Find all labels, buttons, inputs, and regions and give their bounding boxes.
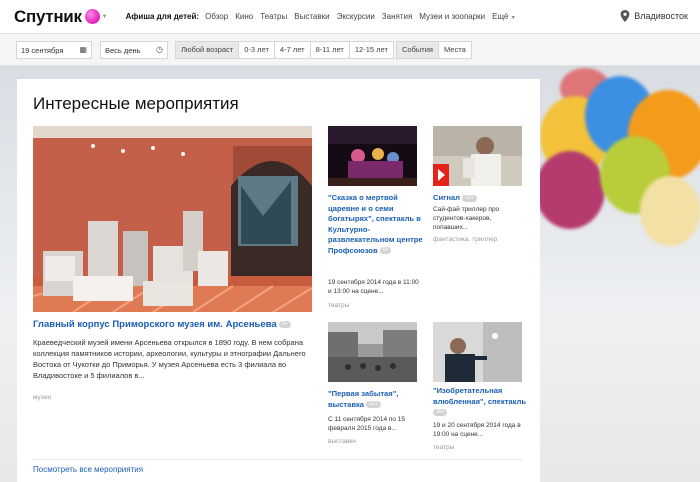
age-8-11[interactable]: 8-11 лет (311, 42, 350, 58)
featured-image[interactable] (33, 126, 312, 312)
filter-bar: 19 сентября ▦ Весь день ◷ Любой возраст … (0, 34, 700, 66)
age-filter: Любой возраст 0-3 лет 4-7 лет 8-11 лет 1… (175, 41, 394, 59)
nav-more[interactable]: Ещё ▼ (492, 12, 516, 21)
featured-title-link[interactable]: Главный корпус Приморского музея им. Арс… (33, 319, 323, 331)
event-image[interactable] (328, 126, 417, 186)
event-title-link[interactable]: Сигнал 12+ (433, 193, 528, 204)
featured-tag[interactable]: музеи (33, 394, 51, 401)
city-selector[interactable]: Владивосток (620, 10, 688, 22)
type-filter: События Места (396, 41, 472, 59)
date-value: 19 сентября (21, 45, 64, 55)
age-badge: 0+ (279, 320, 292, 328)
event-image[interactable] (433, 126, 522, 186)
age-4-7[interactable]: 4-7 лет (275, 42, 311, 58)
event-title: "Изобретательная влюбленная", спектакль (433, 386, 527, 406)
event-title: "Сказка о мертвой царевне и о семи богат… (328, 193, 423, 255)
logo-balloon-icon (84, 9, 100, 24)
age-badge: 12+ (462, 194, 477, 202)
age-12-15[interactable]: 12-15 лет (350, 42, 393, 58)
date-picker[interactable]: 19 сентября ▦ (16, 41, 92, 59)
event-title-link[interactable]: "Изобретательная влюбленная", спектакль … (433, 386, 528, 418)
location-pin-icon (620, 10, 630, 22)
event-tag[interactable]: театры (433, 444, 454, 451)
featured-description: Краеведческий музей имени Арсеньева откр… (33, 338, 306, 380)
nav-item-theatres[interactable]: Театры (260, 12, 287, 21)
see-all-events-link[interactable]: Посмотреть все мероприятия (33, 465, 143, 474)
page-title: Интересные мероприятия (33, 94, 239, 113)
age-any[interactable]: Любой возраст (176, 42, 240, 58)
logo[interactable]: Спутник ▼ (14, 7, 108, 27)
nav-item-excursions[interactable]: Экскурсии (337, 12, 375, 21)
event-title-link[interactable]: "Сказка о мертвой царевне и о семи богат… (328, 193, 423, 256)
main-nav: Афиша для детей: Обзор Кино Театры Выста… (126, 12, 516, 21)
event-image[interactable] (328, 322, 417, 382)
nav-item-overview[interactable]: Обзор (205, 12, 228, 21)
featured-title: Главный корпус Приморского музея им. Арс… (33, 319, 277, 330)
time-picker[interactable]: Весь день ◷ (100, 41, 168, 59)
nav-label: Афиша для детей: (125, 12, 200, 21)
event-title: Сигнал (433, 193, 460, 202)
age-badge: 12+ (366, 401, 381, 408)
event-description: 19 и 20 сентября 2014 года в 19:00 на сц… (433, 422, 521, 438)
age-0-3[interactable]: 0-3 лет (239, 42, 275, 58)
age-badge: 0+ (379, 247, 392, 254)
time-value: Весь день (105, 45, 141, 55)
nav-item-cinema[interactable]: Кино (235, 12, 253, 21)
chevron-down-icon[interactable]: ▼ (102, 14, 108, 20)
site-header: Спутник ▼ Афиша для детей: Обзор Кино Те… (0, 0, 700, 34)
event-tag[interactable]: фантастика, триллер (433, 236, 497, 243)
event-description: С 11 сентября 2014 по 15 февраля 2015 го… (328, 416, 406, 432)
city-name: Владивосток (634, 11, 688, 21)
chevron-down-icon: ▼ (510, 15, 516, 21)
events-card: Интересные мероприятия Главный корпус Пр… (17, 79, 540, 482)
age-badge: 16+ (433, 408, 448, 416)
logo-text: Спутник (14, 6, 82, 26)
event-title-link[interactable]: "Первая забытая", выставка 12+ (328, 389, 423, 410)
event-tag[interactable]: театры (328, 302, 349, 309)
calendar-icon: ▦ (79, 45, 87, 54)
type-places[interactable]: Места (439, 42, 471, 58)
event-tag[interactable]: выставки (328, 438, 356, 445)
divider (33, 459, 523, 460)
event-image[interactable] (433, 322, 522, 382)
clock-icon: ◷ (156, 45, 163, 54)
event-title: "Первая забытая", выставка (328, 389, 399, 409)
type-events[interactable]: События (397, 42, 439, 58)
event-description: Сай-фай триллер про студентов-хакеров, п… (433, 206, 500, 231)
event-description: 19 сентября 2014 года в 11:00 и 13:00 на… (328, 279, 419, 295)
nav-item-exhibitions[interactable]: Выставки (294, 12, 329, 21)
nav-more-label: Ещё (492, 12, 509, 21)
nav-item-museums[interactable]: Музеи и зоопарки (419, 12, 485, 21)
nav-item-classes[interactable]: Занятия (382, 12, 413, 21)
